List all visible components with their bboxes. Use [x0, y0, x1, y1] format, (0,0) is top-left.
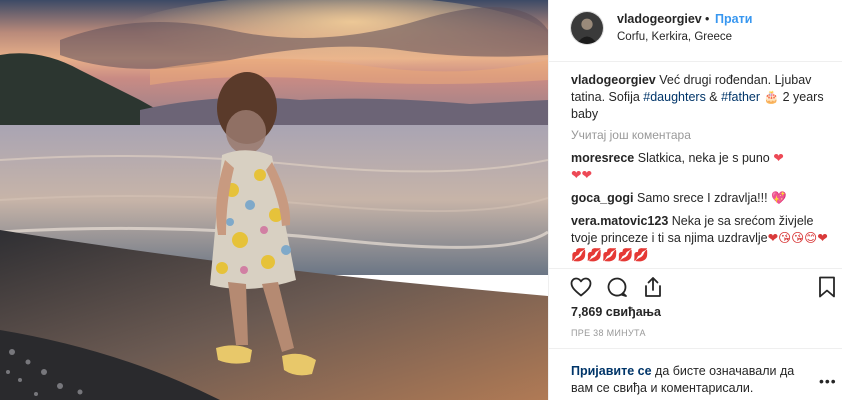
- comment-username[interactable]: goca_gogi: [571, 191, 634, 205]
- hashtag-father[interactable]: #father: [721, 90, 760, 104]
- heart-outline-icon: [570, 277, 592, 297]
- likes-count[interactable]: 7,869 свиђања: [571, 305, 661, 319]
- more-options-button[interactable]: •••: [819, 373, 837, 389]
- list-item: moresrece Slatkica, neka je s puno ❤ ❤❤: [571, 150, 833, 184]
- post-timestamp: ПРЕ 38 МИНУТА: [571, 328, 646, 338]
- comment-text: Slatkica, neka je s puno: [637, 151, 774, 165]
- list-item: vera.matovic123 Neka je sa srećom živjel…: [571, 213, 833, 264]
- comment-username[interactable]: moresrece: [571, 151, 634, 165]
- heart-emoji: ❤: [773, 151, 784, 165]
- like-button[interactable]: [569, 275, 593, 299]
- header-separator: •: [705, 12, 710, 26]
- location-link[interactable]: Corfu, Kerkira, Greece: [617, 31, 732, 43]
- action-bar: [549, 268, 842, 302]
- comment-username[interactable]: vera.matovic123: [571, 214, 668, 228]
- login-link[interactable]: Пријавите се: [571, 364, 652, 378]
- caption-text-2: &: [705, 90, 722, 104]
- share-button[interactable]: [641, 275, 665, 299]
- comments-list: vladogeorgiev Već drugi rođendan. Ljubav…: [571, 72, 833, 264]
- list-item: goca_gogi Samo srece I zdravlja!!! 💖: [571, 190, 833, 207]
- caption-username[interactable]: vladogeorgiev: [571, 73, 656, 87]
- heart-emoji: 💖: [771, 191, 787, 205]
- post-photo[interactable]: [0, 0, 548, 400]
- login-prompt-text: Пријавите се да бисте означавали да вам …: [571, 363, 811, 397]
- share-arrow-icon: [645, 277, 661, 297]
- heart-emoji-row: ❤❤: [571, 168, 592, 182]
- comment-text: Samo srece I zdravlja!!!: [637, 191, 772, 205]
- post-side-panel: vladogeorgiev • Прати Corfu, Kerkira, Gr…: [548, 0, 842, 400]
- hashtag-daughters[interactable]: #daughters: [643, 90, 706, 104]
- caption: vladogeorgiev Već drugi rođendan. Ljubav…: [571, 72, 833, 123]
- header-username[interactable]: vladogeorgiev: [617, 12, 702, 26]
- post-header: vladogeorgiev • Прати Corfu, Kerkira, Gr…: [549, 0, 842, 62]
- follow-button[interactable]: Прати: [715, 12, 752, 26]
- load-more-comments-button[interactable]: Учитај још коментара: [571, 127, 833, 144]
- avatar[interactable]: [570, 11, 604, 45]
- login-prompt: Пријавите се да бисте означавали да вам …: [549, 348, 842, 400]
- cake-emoji: 🎂: [763, 90, 780, 104]
- save-button[interactable]: [815, 275, 839, 299]
- comment-button[interactable]: [605, 275, 629, 299]
- bookmark-icon: [819, 276, 835, 298]
- speech-bubble-icon: [607, 277, 627, 297]
